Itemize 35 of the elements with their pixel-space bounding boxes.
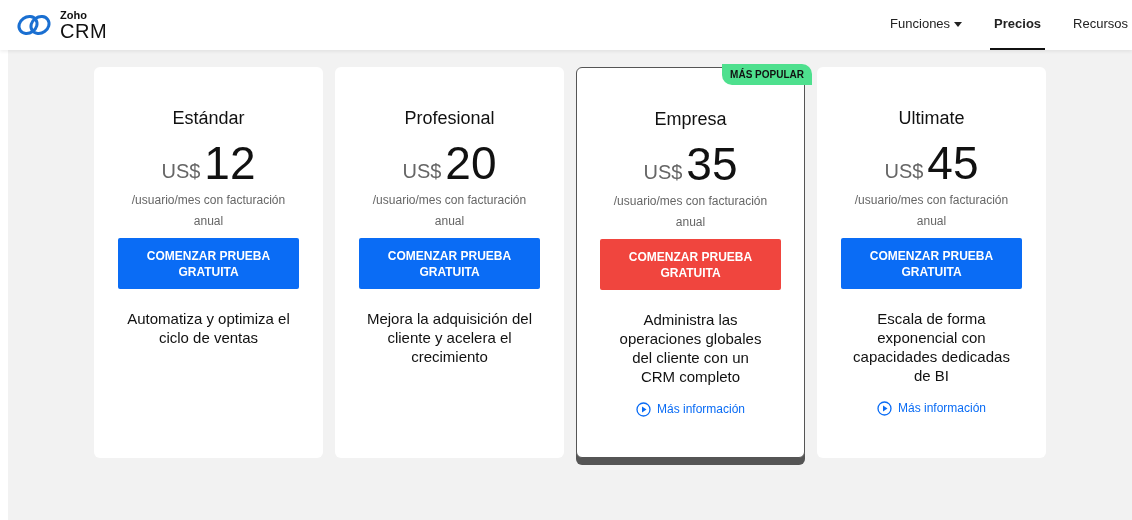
plan-name: Profesional [403, 107, 496, 130]
plan-description: Administra las operaciones globales del cliente con un CRM completo [618, 310, 763, 386]
price-amount: 12 [204, 140, 256, 186]
plan-name: Ultimate [897, 107, 966, 130]
nav-link[interactable]: Funciones [886, 0, 967, 50]
plan-description: Escala de forma exponencial con capacidades dedicadas de BI [852, 309, 1011, 385]
billing-note: /usuario/mes con facturación anual [612, 193, 769, 231]
currency-label: US$ [402, 159, 442, 184]
billing-note: /usuario/mes con facturación anual [130, 192, 287, 230]
brand-name: Zoho [60, 9, 88, 21]
billing-note: /usuario/mes con facturación anual [853, 192, 1010, 230]
price-amount: 35 [686, 141, 738, 187]
more-info-link[interactable]: Más información [636, 400, 745, 418]
currency-label: US$ [643, 160, 683, 185]
trial-button[interactable]: COMENZAR PRUEBA GRATUITA [118, 238, 299, 289]
caret-icon [954, 21, 963, 27]
trial-button[interactable]: COMENZAR PRUEBA GRATUITA [359, 238, 540, 289]
currency-label: US$ [884, 159, 924, 184]
popular-badge: MÁS POPULAR [722, 64, 812, 85]
trial-button[interactable]: COMENZAR PRUEBA GRATUITA [841, 238, 1022, 289]
nav-link[interactable]: Recursos [1069, 0, 1132, 50]
currency-label: US$ [161, 159, 201, 184]
plan-description: Automatiza y optimiza el ciclo de ventas [126, 309, 291, 347]
play-icon [636, 401, 651, 417]
trial-button[interactable]: COMENZAR PRUEBA GRATUITA [600, 239, 781, 290]
plan-name: Empresa [653, 108, 728, 131]
plan-description: Mejora la adquisición del cliente y acelera el crecimiento [365, 309, 534, 366]
price-amount: 20 [445, 140, 497, 186]
play-icon [877, 400, 892, 416]
plan-name: Estándar [171, 107, 246, 130]
logo-icon [16, 13, 52, 37]
billing-note: /usuario/mes con facturación anual [371, 192, 528, 230]
more-info-link[interactable]: Más información [877, 399, 986, 417]
product-name: CRM [60, 20, 108, 41]
price-amount: 45 [927, 140, 979, 186]
